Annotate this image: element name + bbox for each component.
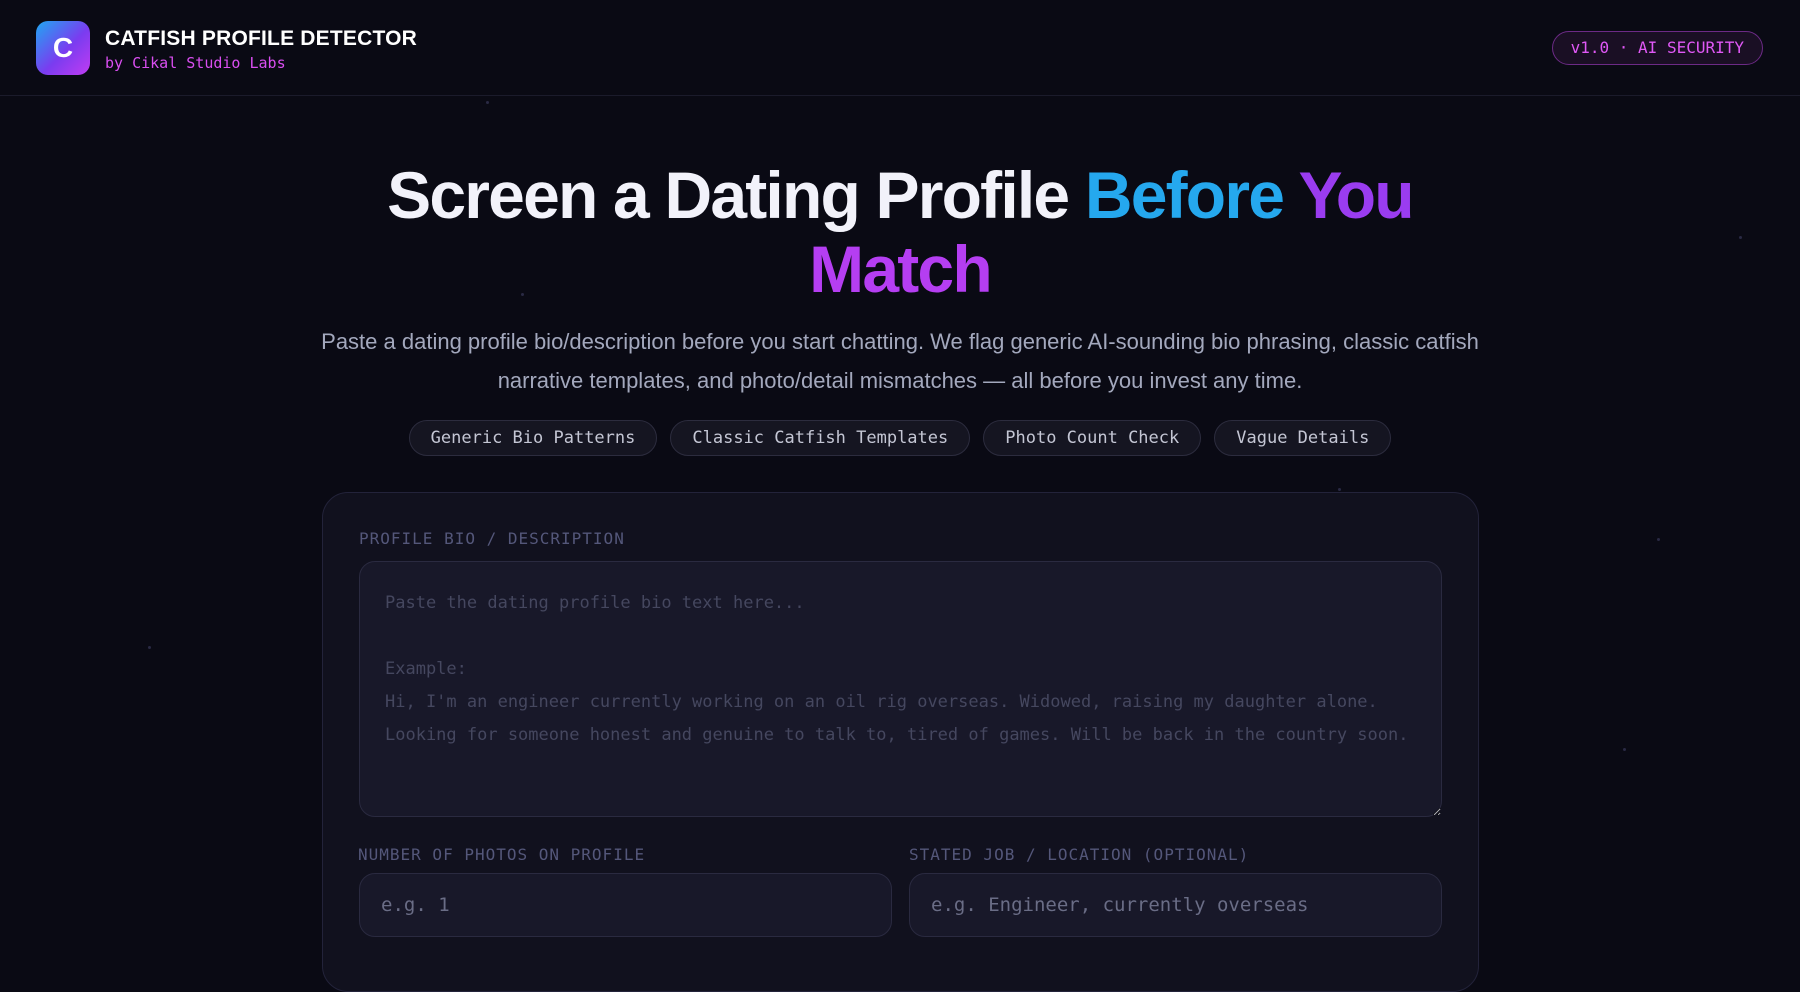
top-bar: C CATFISH PROFILE DETECTOR by Cikal Stud… [0,0,1800,96]
photos-count-label: NUMBER OF PHOTOS ON PROFILE [358,845,646,864]
feature-chips: Generic Bio Patterns Classic Catfish Tem… [0,420,1800,456]
photos-count-input[interactable] [359,873,892,937]
hero-title-part1: Screen a Dating Profile [387,158,1085,232]
hero-title-part4: Match [809,232,992,306]
hero-title-part3: You [1298,158,1414,232]
chip-vague-details: Vague Details [1214,420,1392,456]
hero-title-part2: Before [1084,158,1299,232]
version-badge: v1.0 · AI SECURITY [1551,31,1763,65]
chip-classic-catfish-templates: Classic Catfish Templates [670,420,971,456]
hero-title: Screen a Dating Profile Before You Match [250,158,1550,306]
app-title: CATFISH PROFILE DETECTOR [105,27,418,50]
job-location-label: STATED JOB / LOCATION (OPTIONAL) [909,845,1250,864]
profile-form-card: PROFILE BIO / DESCRIPTION NUMBER OF PHOT… [322,492,1479,992]
app-logo[interactable]: C [36,21,90,75]
app-subtitle: by Cikal Studio Labs [105,54,286,72]
chip-photo-count-check: Photo Count Check [983,420,1202,456]
chip-generic-bio-patterns: Generic Bio Patterns [408,420,658,456]
logo-letter: C [52,32,74,63]
bio-label: PROFILE BIO / DESCRIPTION [359,529,625,548]
bio-textarea[interactable] [359,561,1442,817]
hero-description: Paste a dating profile bio/description b… [321,329,1479,393]
job-location-input[interactable] [909,873,1442,937]
